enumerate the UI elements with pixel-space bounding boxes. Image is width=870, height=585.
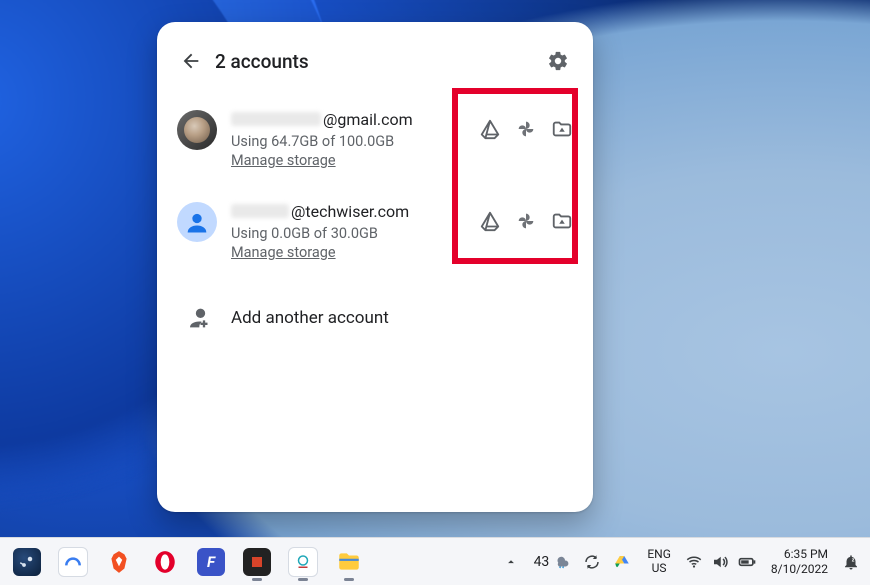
taskbar-app-nordvpn[interactable]: [52, 542, 94, 582]
person-add-icon: [183, 304, 211, 332]
weather-widget[interactable]: 43: [534, 553, 572, 571]
lang-secondary: US: [647, 562, 671, 576]
photos-button[interactable]: [515, 118, 537, 140]
system-tray[interactable]: [681, 552, 761, 572]
nord-arc-icon: [63, 552, 83, 572]
pinwheel-icon: [515, 210, 537, 232]
bell-snooze-icon: z: [842, 553, 860, 571]
letter-f-icon: F: [207, 553, 215, 571]
drive-icon: [479, 210, 501, 232]
account-email: @techwiser.com: [231, 200, 473, 222]
wifi-icon: [685, 553, 703, 571]
taskbar-app-explorer[interactable]: [328, 542, 370, 582]
panel-header: 2 accounts: [177, 40, 573, 82]
manage-storage-link[interactable]: Manage storage: [231, 244, 336, 261]
sync-icon: [583, 553, 601, 571]
back-button[interactable]: [177, 47, 205, 75]
service-icons: [479, 118, 573, 140]
taskbar-app-brave[interactable]: [98, 542, 140, 582]
taskbar-app-opera[interactable]: [144, 542, 186, 582]
panel-title: 2 accounts: [215, 50, 543, 73]
account-row[interactable]: @techwiser.com Using 0.0GB of 30.0GB Man…: [177, 200, 573, 272]
folder-sync-button[interactable]: [551, 118, 573, 140]
taskbar-app-pdf[interactable]: F: [190, 542, 232, 582]
brave-lion-icon: [106, 549, 132, 575]
avatar: [177, 202, 217, 242]
red-square-icon: [252, 557, 262, 567]
folder-cloud-icon: [551, 118, 573, 140]
tray-sync[interactable]: [577, 553, 607, 571]
add-account-label: Add another account: [231, 308, 389, 328]
speaker-icon: [711, 553, 729, 571]
storage-usage: Using 64.7GB of 100.0GB: [231, 133, 473, 150]
taskbar: F 43: [0, 537, 870, 585]
opera-icon: [152, 549, 178, 575]
drive-button[interactable]: [479, 210, 501, 232]
storage-usage: Using 0.0GB of 30.0GB: [231, 225, 473, 242]
avatar: [177, 110, 217, 150]
taskbar-app-steam[interactable]: [6, 542, 48, 582]
drive-icon: [479, 118, 501, 140]
account-info: @techwiser.com Using 0.0GB of 30.0GB Man…: [231, 200, 473, 261]
accounts-panel: 2 accounts @gmail.com Using 64.7GB of 10…: [157, 22, 593, 512]
folder-icon: [336, 549, 362, 575]
arrow-left-icon: [180, 50, 202, 72]
gear-icon: [547, 50, 569, 72]
tray-overflow-button[interactable]: [504, 555, 532, 569]
svg-text:z: z: [852, 557, 855, 563]
date-value: 8/10/2022: [771, 562, 828, 577]
chevron-up-icon: [504, 555, 518, 569]
email-domain: @gmail.com: [323, 110, 413, 129]
clock[interactable]: 6:35 PM 8/10/2022: [761, 547, 838, 577]
account-row[interactable]: @gmail.com Using 64.7GB of 100.0GB Manag…: [177, 108, 573, 180]
battery-icon: [737, 552, 757, 572]
weather-rain-icon: [553, 553, 571, 571]
photos-button[interactable]: [515, 210, 537, 232]
circle-underline-icon: [294, 553, 312, 571]
google-drive-icon: [613, 553, 631, 571]
steam-icon: [18, 553, 36, 571]
email-domain: @techwiser.com: [291, 202, 409, 221]
account-info: @gmail.com Using 64.7GB of 100.0GB Manag…: [231, 108, 473, 169]
taskbar-app-running-2[interactable]: [282, 542, 324, 582]
notifications-button[interactable]: z: [838, 553, 864, 571]
language-indicator[interactable]: ENG US: [637, 548, 681, 576]
folder-cloud-icon: [551, 210, 573, 232]
manage-storage-link[interactable]: Manage storage: [231, 152, 336, 169]
lang-primary: ENG: [647, 548, 671, 562]
drive-button[interactable]: [479, 118, 501, 140]
service-icons: [479, 210, 573, 232]
account-email: @gmail.com: [231, 108, 473, 130]
taskbar-app-running-1[interactable]: [236, 542, 278, 582]
add-account-button[interactable]: Add another account: [177, 298, 573, 338]
folder-sync-button[interactable]: [551, 210, 573, 232]
redacted-name: [231, 112, 321, 126]
time-value: 6:35 PM: [771, 547, 828, 562]
temperature-value: 43: [534, 554, 550, 570]
redacted-name: [231, 204, 289, 218]
person-icon: [183, 208, 211, 236]
pinwheel-icon: [515, 118, 537, 140]
settings-button[interactable]: [543, 46, 573, 76]
tray-drive[interactable]: [607, 553, 637, 571]
